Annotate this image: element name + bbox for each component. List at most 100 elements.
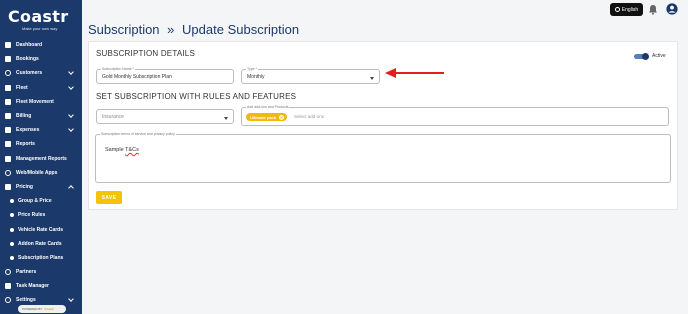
- language-button[interactable]: English: [610, 3, 643, 16]
- sidebar-item-label: Settings: [16, 297, 36, 304]
- truck-icon: [5, 98, 11, 105]
- sidebar: Coastr Make your own way Dashboard Booki…: [0, 0, 82, 314]
- grid-icon: [5, 42, 11, 49]
- addons-multiselect[interactable]: Add add-ons and Products Ultimate pack ✕…: [241, 105, 669, 126]
- sidebar-item-task-manager[interactable]: Task Manager: [0, 279, 82, 293]
- language-label: English: [621, 6, 639, 13]
- user-avatar-icon[interactable]: [666, 3, 678, 15]
- sidebar-item-reports[interactable]: Reports: [0, 137, 82, 151]
- sidebar-subitem-group-price[interactable]: Group & Price: [0, 194, 82, 208]
- active-toggle[interactable]: [634, 53, 650, 60]
- subscription-name-field[interactable]: Subscription Name * Gold Monthly Subscri…: [96, 67, 234, 84]
- type-select[interactable]: Type * Monthly: [241, 67, 380, 84]
- chevron-down-icon: [68, 83, 74, 90]
- sidebar-item-partners[interactable]: Partners: [0, 265, 82, 279]
- users-icon: [5, 70, 11, 77]
- breadcrumb-parent[interactable]: Subscription: [88, 22, 160, 37]
- sidebar-item-fleet-movement[interactable]: Fleet Movement: [0, 95, 82, 109]
- addon-chip[interactable]: Ultimate pack ✕: [246, 113, 288, 121]
- addons-label: Add add-ons and Products: [246, 105, 290, 109]
- sidebar-item-label: Addon Rate Cards: [18, 240, 62, 247]
- save-button[interactable]: SAVE: [96, 191, 122, 204]
- powered-by-text: POWERED BY: [22, 307, 43, 311]
- section-title-rules: SET SUBSCRIPTION WITH RULES AND FEATURES: [96, 92, 297, 101]
- sidebar-item-label: Fleet: [16, 84, 28, 91]
- receipt-icon: [5, 113, 11, 120]
- sidebar-item-label: Vehicle Rate Cards: [18, 226, 64, 233]
- terms-highlight: T&Cs: [125, 147, 139, 153]
- chart-icon: [5, 155, 11, 162]
- sidebar-item-label: Subscription Plans: [18, 254, 64, 261]
- chevron-down-icon: [68, 69, 74, 76]
- subscription-name-value: Gold Monthly Subscription Plan: [102, 74, 172, 80]
- breadcrumb-current: Update Subscription: [182, 22, 300, 37]
- sidebar-item-web-mobile-apps[interactable]: Web/Mobile Apps: [0, 166, 82, 180]
- bullet-icon: [10, 241, 14, 246]
- sidebar-item-label: Reports: [16, 141, 35, 148]
- chip-remove-icon[interactable]: ✕: [279, 114, 285, 120]
- sidebar-item-label: Expenses: [16, 127, 40, 134]
- sidebar-item-label: Dashboard: [16, 42, 43, 49]
- category-select[interactable]: Insurance: [96, 109, 234, 124]
- wallet-icon: [5, 127, 11, 134]
- chevron-down-icon: [68, 126, 74, 132]
- calendar-icon: [5, 56, 11, 63]
- terms-textarea[interactable]: Subscription terms of service and privac…: [95, 132, 671, 183]
- gear-icon: [5, 297, 11, 304]
- addon-chip-label: Ultimate pack: [250, 114, 277, 120]
- sidebar-item-label: Task Manager: [16, 283, 49, 290]
- bell-icon[interactable]: [648, 4, 658, 15]
- sidebar-item-dashboard[interactable]: Dashboard: [0, 38, 82, 52]
- active-label: Active: [652, 53, 666, 59]
- terms-value: Sample T&Cs: [105, 147, 139, 153]
- sidebar-item-label: Partners: [16, 269, 37, 276]
- car-icon: [5, 84, 11, 91]
- toggle-knob: [642, 53, 649, 60]
- clipboard-icon: [5, 283, 11, 290]
- powered-by-badge: POWERED BY Coastr: [18, 305, 66, 313]
- terms-prefix: Sample: [105, 147, 126, 153]
- report-icon: [5, 141, 11, 148]
- sidebar-item-management-reports[interactable]: Management Reports: [0, 152, 82, 166]
- brand-logo[interactable]: Coastr Make your own way: [0, 0, 82, 38]
- sidebar-item-label: Bookings: [16, 56, 39, 63]
- sidebar-nav: Dashboard Bookings Customers Fleet Fleet…: [0, 38, 82, 308]
- category-value: Insurance: [102, 114, 124, 120]
- globe-icon: [614, 7, 620, 12]
- sidebar-item-label: Customers: [16, 70, 43, 77]
- sidebar-item-bookings[interactable]: Bookings: [0, 52, 82, 66]
- sidebar-item-fleet[interactable]: Fleet: [0, 81, 82, 95]
- sidebar-item-label: Management Reports: [16, 155, 67, 162]
- annotation-arrow-icon: [385, 68, 444, 78]
- brand-name: Coastr: [8, 7, 69, 26]
- handshake-icon: [5, 269, 11, 276]
- brand-tagline: Make your own way: [22, 26, 58, 31]
- sidebar-item-label: Price Rules: [18, 212, 46, 219]
- bullet-icon: [10, 213, 14, 218]
- sidebar-item-label: Pricing: [16, 183, 33, 190]
- powered-by-brand: Coastr: [44, 307, 54, 311]
- sidebar-item-label: Web/Mobile Apps: [16, 169, 58, 176]
- section-title-details: SUBSCRIPTION DETAILS: [96, 49, 195, 58]
- sidebar-item-billing[interactable]: Billing: [0, 109, 82, 123]
- chevron-down-icon: [68, 296, 74, 303]
- breadcrumb: Subscription » Update Subscription: [88, 22, 299, 37]
- sidebar-item-label: Group & Price: [18, 198, 52, 205]
- sidebar-subitem-vehicle-rate-cards[interactable]: Vehicle Rate Cards: [0, 222, 82, 236]
- sidebar-subitem-subscription-plans[interactable]: Subscription Plans: [0, 251, 82, 265]
- sidebar-item-label: Billing: [16, 113, 32, 120]
- tag-icon: [5, 183, 11, 190]
- addons-input-placeholder[interactable]: Select add-ons: [294, 114, 324, 119]
- subscription-form-card: SUBSCRIPTION DETAILS Active Subscription…: [88, 41, 678, 210]
- terms-label: Subscription terms of service and privac…: [100, 132, 176, 136]
- sidebar-item-pricing[interactable]: Pricing: [0, 180, 82, 194]
- chevron-down-icon: [68, 112, 74, 118]
- sidebar-subitem-price-rules[interactable]: Price Rules: [0, 208, 82, 222]
- sidebar-subitem-addon-rate-cards[interactable]: Addon Rate Cards: [0, 237, 82, 251]
- sidebar-item-expenses[interactable]: Expenses: [0, 123, 82, 137]
- subscription-name-label: Subscription Name *: [101, 67, 135, 71]
- type-label: Type *: [246, 67, 258, 71]
- sidebar-item-label: Fleet Movement: [16, 98, 54, 105]
- breadcrumb-separator: »: [167, 22, 175, 37]
- sidebar-item-customers[interactable]: Customers: [0, 66, 82, 80]
